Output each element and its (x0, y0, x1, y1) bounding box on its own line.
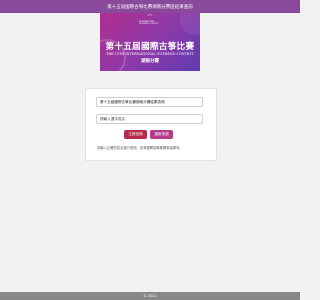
logo-text: INTERNATIONAL GUZHENG CONTEST (139, 20, 159, 25)
banner-region: 湖南分賽 (141, 59, 159, 64)
help-note: 請輸入正確的姓名進行查詢，如有疑問請聯繫賽事組委會。 (97, 146, 183, 150)
contest-banner: ⌒ INTERNATIONAL GUZHENG CONTEST 第十五屆國際古箏… (100, 13, 200, 71)
banner-subtitle: THE 15TH INTERNATIONAL GUZHENG CONTEST (106, 52, 194, 56)
reset-label: 重新來過 (154, 132, 169, 136)
banner-decoration (180, 13, 200, 35)
page-title: 第十五屆國際古箏比賽湖南分賽區結果查詢 (107, 4, 193, 10)
footer: © 2022 (0, 292, 300, 300)
submit-label: 立即查詢 (128, 132, 143, 136)
competition-field[interactable]: 第十五屆國際古箏比賽湖南分賽結果查詢 (96, 97, 203, 107)
banner-title: 第十五屆國際古箏比賽 (105, 42, 195, 52)
top-title-bar: 第十五屆國際古箏比賽湖南分賽區結果查詢 (0, 0, 300, 13)
name-input[interactable]: 請輸入選手姓名 (96, 114, 203, 124)
contest-logo: ⌒ INTERNATIONAL GUZHENG CONTEST (139, 15, 161, 25)
name-placeholder: 請輸入選手姓名 (100, 116, 126, 121)
submit-button[interactable]: 立即查詢 (124, 130, 147, 139)
competition-value: 第十五屆國際古箏比賽湖南分賽結果查詢 (100, 99, 165, 104)
reset-button[interactable]: 重新來過 (150, 130, 173, 139)
copyright-text: © 2022 (143, 294, 157, 298)
